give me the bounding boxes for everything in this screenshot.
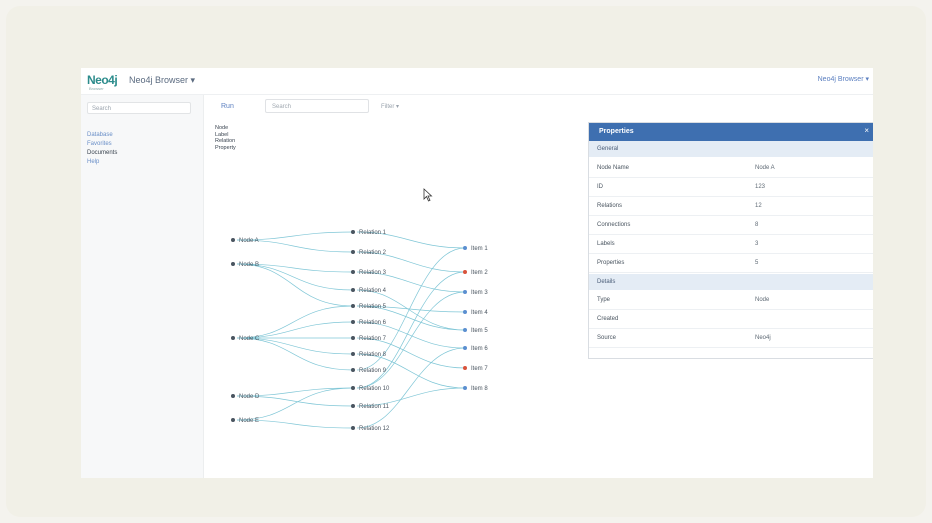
graph-node-label: Item 3	[471, 290, 488, 296]
graph-edge	[236, 305, 354, 339]
property-row: Labels 3	[589, 235, 873, 254]
property-value: Neo4j	[755, 335, 771, 341]
property-key: Type	[597, 297, 611, 303]
user-menu[interactable]: Neo4j Browser ▾	[818, 75, 869, 83]
property-key: Created	[597, 316, 619, 322]
graph-node[interactable]	[463, 386, 467, 390]
graph-node-label: Node C	[239, 336, 260, 342]
property-value: 8	[755, 222, 759, 228]
graph-node-label: Item 7	[471, 366, 488, 372]
property-key: Labels	[597, 241, 615, 247]
property-value: 3	[755, 241, 759, 247]
properties-panel: Properties × General Node Name Node A ID 1…	[588, 122, 873, 359]
graph-canvas[interactable]: Node A Node B Node C Node D Node E Relation 1…	[81, 68, 581, 478]
property-key: Relations	[597, 203, 623, 209]
property-value: Node A	[755, 165, 775, 171]
property-row: Source Neo4j	[589, 329, 873, 348]
property-value: 12	[755, 203, 762, 209]
graph-node[interactable]	[351, 270, 355, 274]
graph-node[interactable]	[463, 310, 467, 314]
app-window: Neo4j Browser Neo4j Browser ▾ Neo4j Brow…	[81, 68, 873, 478]
graph-node[interactable]	[351, 404, 355, 408]
graph-node[interactable]	[463, 366, 467, 370]
property-row: Properties 5	[589, 254, 873, 273]
property-row: Node Name Node A	[589, 159, 873, 178]
graph-node[interactable]	[231, 394, 235, 398]
close-icon[interactable]: ×	[864, 126, 869, 135]
property-key: Node Name	[597, 165, 630, 171]
screenshot-frame: Neo4j Browser Neo4j Browser ▾ Neo4j Brow…	[6, 6, 926, 517]
graph-node-label: Relation 12	[359, 426, 390, 432]
graph-node-label: Node E	[239, 418, 259, 424]
property-key: Properties	[597, 260, 625, 266]
graph-node-label: Relation 7	[359, 336, 387, 342]
graph-node-label: Relation 11	[359, 404, 390, 410]
property-row: ID 123	[589, 178, 873, 197]
graph-node-label: Item 8	[471, 386, 488, 392]
graph-node[interactable]	[351, 352, 355, 356]
graph-node[interactable]	[351, 230, 355, 234]
graph-edge	[236, 387, 354, 421]
property-key: Source	[597, 335, 617, 341]
graph-node-label: Node A	[239, 238, 259, 244]
graph-node[interactable]	[351, 304, 355, 308]
graph-node[interactable]	[351, 336, 355, 340]
properties-panel-header: Properties ×	[589, 123, 873, 141]
section-details: Details	[589, 274, 873, 290]
property-row: Connections 8	[589, 216, 873, 235]
graph-node-label: Item 5	[471, 328, 488, 334]
graph-node-label: Relation 3	[359, 270, 387, 276]
graph-node-label: Relation 1	[359, 230, 387, 236]
graph-node-label: Relation 8	[359, 352, 387, 358]
graph-node[interactable]	[351, 250, 355, 254]
property-key: Connections	[597, 222, 631, 228]
graph-node-label: Relation 6	[359, 320, 387, 326]
graph-node-label: Relation 9	[359, 368, 387, 374]
graph-node[interactable]	[463, 290, 467, 294]
graph-node[interactable]	[351, 426, 355, 430]
graph-node[interactable]	[231, 336, 235, 340]
section-general: General	[589, 141, 873, 157]
graph-node[interactable]	[351, 320, 355, 324]
graph-node-label: Relation 5	[359, 304, 387, 310]
mouse-cursor-icon	[423, 188, 433, 202]
property-row: Relations 12	[589, 197, 873, 216]
graph-node[interactable]	[463, 246, 467, 250]
graph-node-label: Relation 4	[359, 288, 387, 294]
property-key: ID	[597, 184, 603, 190]
graph-node[interactable]	[463, 328, 467, 332]
graph-node-label: Node D	[239, 394, 260, 400]
graph-node-label: Item 1	[471, 246, 488, 252]
property-value: 5	[755, 260, 759, 266]
graph-node-label: Relation 10	[359, 386, 390, 392]
property-value: 123	[755, 184, 766, 190]
graph-node-label: Item 4	[471, 310, 488, 316]
graph-node[interactable]	[463, 270, 467, 274]
property-value: Node	[755, 297, 770, 303]
graph-node[interactable]	[351, 288, 355, 292]
graph-node[interactable]	[231, 238, 235, 242]
graph-edge	[236, 337, 354, 371]
property-row: Created	[589, 310, 873, 329]
graph-node-label: Relation 2	[359, 250, 387, 256]
properties-panel-title: Properties	[599, 128, 634, 135]
graph-node[interactable]	[231, 418, 235, 422]
graph-node[interactable]	[231, 262, 235, 266]
graph-node[interactable]	[351, 368, 355, 372]
property-row: Type Node	[589, 291, 873, 310]
graph-node[interactable]	[351, 386, 355, 390]
graph-node-label: Item 2	[471, 270, 488, 276]
graph-edge	[236, 263, 354, 307]
graph-node-label: Node B	[239, 262, 259, 268]
graph-node[interactable]	[463, 346, 467, 350]
graph-node-label: Item 6	[471, 346, 488, 352]
